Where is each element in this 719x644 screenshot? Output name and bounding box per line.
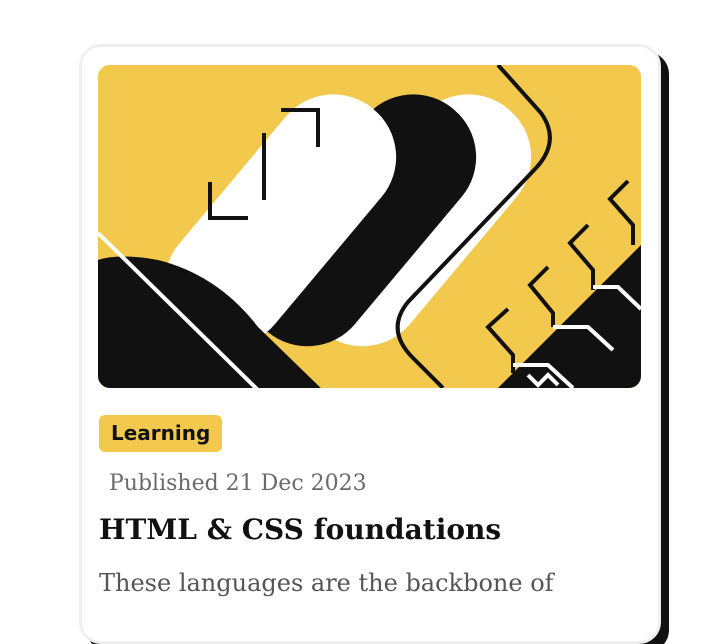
card-title[interactable]: HTML & CSS foundations (99, 513, 501, 546)
card-description: These languages are the backbone of (99, 569, 554, 597)
blog-card[interactable]: Learning Published 21 Dec 2023 HTML & CS… (79, 44, 661, 644)
card-hero-illustration (98, 65, 641, 388)
category-tag[interactable]: Learning (99, 415, 223, 452)
published-date: Published 21 Dec 2023 (109, 471, 367, 496)
